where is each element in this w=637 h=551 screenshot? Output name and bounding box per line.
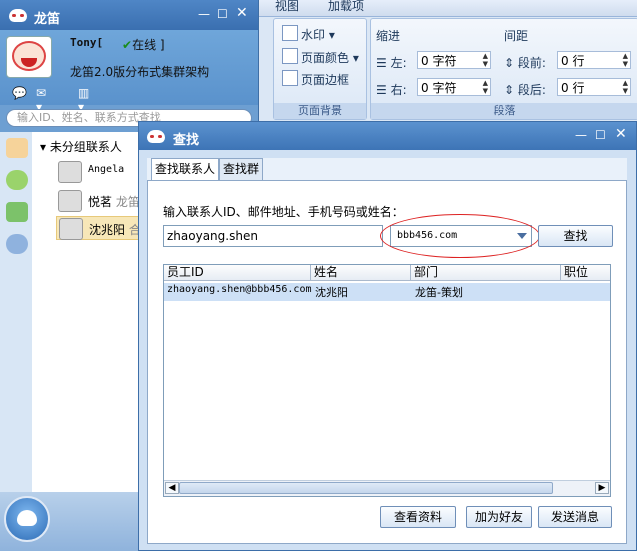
maximize-icon[interactable]: ☐	[217, 7, 228, 21]
tab-addins[interactable]: 加载项	[328, 0, 364, 14]
search-prompt: 输入联系人ID、邮件地址、手机号码或姓名：	[163, 205, 404, 219]
status-selector[interactable]: ✔在线 ]	[122, 36, 165, 53]
groups-nav-icon[interactable]	[6, 202, 28, 222]
add-friend-button[interactable]: 加为好友	[466, 506, 532, 528]
close-icon[interactable]: ✕	[615, 126, 627, 142]
tab-find-contact[interactable]: 查找联系人	[151, 158, 220, 181]
contact-signature: 龙笛	[115, 195, 140, 209]
indent-title: 缩进	[376, 29, 401, 43]
tab-view[interactable]: 视图	[275, 0, 299, 14]
cell-id: zhaoyang.shen@bbb456.com	[167, 284, 312, 295]
scroll-left-icon[interactable]: ◀	[165, 482, 179, 494]
dialog-title: 查找	[173, 133, 200, 148]
contact-name: 沈兆阳	[89, 223, 126, 237]
spinner-arrows-icon[interactable]: ▲ ▼	[623, 52, 628, 68]
watermark-button[interactable]: 水印 ▾	[282, 25, 335, 43]
chat-nav-icon[interactable]	[6, 170, 28, 190]
main-titlebar: 龙笛 — ☐ ✕	[0, 0, 258, 30]
contacts-nav-icon[interactable]	[6, 138, 28, 158]
paragraph-caption: 段落	[371, 103, 637, 119]
horizontal-scrollbar[interactable]: ◀ ▶	[164, 480, 610, 496]
send-message-button[interactable]: 发送消息	[538, 506, 612, 528]
contact-id-input[interactable]: zhaoyang.shen	[163, 225, 383, 247]
page-background-caption: 页面背景	[274, 103, 366, 119]
cell-dept: 龙笛-策划	[415, 286, 463, 299]
space-after-label: ⇕ 段后:	[504, 83, 546, 97]
app-logo-icon	[9, 9, 27, 22]
close-icon[interactable]: ✕	[236, 5, 248, 21]
online-check-icon: ✔	[122, 38, 133, 52]
tab-find-group[interactable]: 查找群	[219, 158, 264, 180]
column-header-id[interactable]: 员工ID	[164, 265, 311, 281]
contact-avatar	[58, 161, 82, 183]
paragraph-group: 缩进 间距 ☰ 左: 0 字符 ▲ ▼ ☰ 右: 0 字符 ▲ ▼ ⇕ 段前: 0 行 ▲…	[370, 18, 637, 120]
contact-name: 悦茗	[88, 195, 113, 209]
indent-right-spinner[interactable]: 0 字符 ▲ ▼	[417, 78, 491, 96]
left-nav	[0, 132, 32, 492]
red-highlight-ellipse	[380, 214, 540, 258]
dialog-titlebar: 查找 — ☐ ✕	[139, 122, 636, 150]
maximize-icon[interactable]: ☐	[595, 128, 606, 142]
contact-group-header[interactable]: ▾ 未分组联系人	[40, 138, 122, 155]
watermark-icon	[282, 25, 298, 41]
indent-right-label: ☰ 右:	[376, 83, 407, 97]
column-header-name[interactable]: 姓名	[311, 265, 411, 281]
space-before-label: ⇕ 段前:	[504, 56, 546, 70]
history-clock-icon[interactable]	[6, 234, 28, 254]
scrollbar-thumb[interactable]	[179, 482, 553, 494]
space-after-icon: ⇕	[504, 83, 515, 97]
chat-bubble-icon[interactable]: 💬	[12, 86, 27, 100]
search-button[interactable]: 查找	[538, 225, 613, 247]
main-menu-button[interactable]	[4, 496, 50, 542]
spinner-arrows-icon[interactable]: ▲ ▼	[483, 52, 488, 68]
column-header-title[interactable]: 职位	[561, 265, 610, 281]
indent-left-label: ☰ 左:	[376, 56, 407, 70]
results-table: 员工ID 姓名 部门 职位 zhaoyang.shen@bbb456.com 沈…	[163, 264, 611, 497]
minimize-icon[interactable]: —	[575, 128, 587, 142]
view-profile-button[interactable]: 查看资料	[380, 506, 456, 528]
collapse-arrow-icon: ▾	[40, 140, 47, 154]
page-border-button[interactable]: 页面边框	[282, 70, 349, 88]
find-dialog: 查找 — ☐ ✕ 查找联系人 查找群 输入联系人ID、邮件地址、手机号码或姓名：…	[138, 121, 637, 551]
main-title: 龙笛	[34, 12, 61, 27]
status-text: 在线 ]	[132, 38, 165, 52]
ribbon-tab-strip: 视图 加载项	[255, 0, 637, 17]
signature[interactable]: 龙笛2.0版分布式集群架构	[70, 63, 209, 80]
page-color-icon	[282, 48, 298, 64]
contact-name: Angela	[88, 164, 125, 175]
dialog-body: 查找联系人 查找群 输入联系人ID、邮件地址、手机号码或姓名： zhaoyang…	[147, 158, 627, 544]
app-logo-icon	[147, 130, 165, 143]
page-border-icon	[282, 70, 298, 86]
indent-left-icon: ☰	[376, 56, 387, 70]
longdi-logo-icon	[17, 510, 37, 526]
nickname: Tony[	[70, 36, 104, 49]
contact-avatar	[58, 190, 82, 212]
space-before-spinner[interactable]: 0 行 ▲ ▼	[557, 51, 631, 69]
column-header-dept[interactable]: 部门	[411, 265, 561, 281]
space-before-icon: ⇕	[504, 56, 515, 70]
page-background-group: 水印 ▾ 页面颜色 ▾ 页面边框 页面背景	[273, 18, 367, 120]
spinner-arrows-icon[interactable]: ▲ ▼	[623, 79, 628, 95]
minimize-icon[interactable]: —	[198, 7, 210, 21]
scroll-right-icon[interactable]: ▶	[595, 482, 609, 494]
page-color-button[interactable]: 页面颜色 ▾	[282, 48, 359, 66]
avatar[interactable]	[6, 36, 52, 78]
spinner-arrows-icon[interactable]: ▲ ▼	[483, 79, 488, 95]
space-after-spinner[interactable]: 0 行 ▲ ▼	[557, 78, 631, 96]
indent-left-spinner[interactable]: 0 字符 ▲ ▼	[417, 51, 491, 69]
spacing-title: 间距	[504, 29, 529, 43]
cell-name: 沈兆阳	[315, 286, 348, 299]
find-contact-panel: 输入联系人ID、邮件地址、手机号码或姓名： zhaoyang.shen bbb4…	[147, 180, 627, 544]
contact-avatar	[59, 218, 83, 240]
indent-right-icon: ☰	[376, 83, 387, 97]
